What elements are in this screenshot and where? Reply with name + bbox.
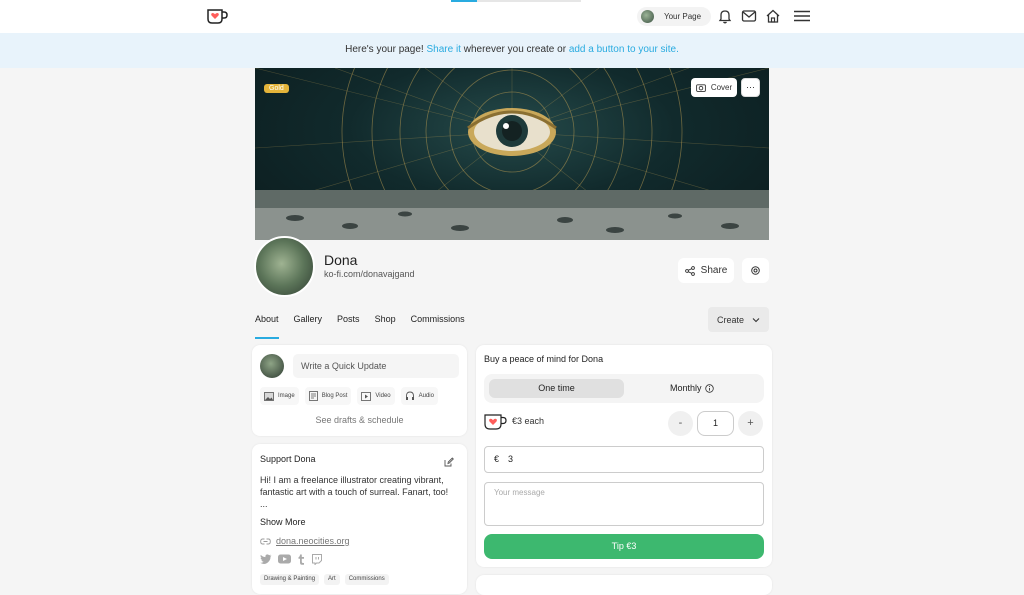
currency-symbol: €	[494, 454, 500, 464]
profile-tabs: About Gallery Posts Shop Commissions	[255, 314, 480, 339]
tip-button[interactable]: Tip €3	[484, 534, 764, 559]
support-bio: Hi! I am a freelance illustrator creatin…	[260, 474, 455, 510]
info-icon[interactable]	[704, 384, 714, 393]
create-button[interactable]: Create	[708, 307, 769, 332]
tab-posts[interactable]: Posts	[337, 314, 360, 339]
headphones-icon	[405, 391, 414, 400]
cover-button[interactable]: Cover	[691, 78, 737, 97]
gold-badge: Gold	[264, 84, 289, 93]
tag[interactable]: Commissions	[344, 574, 389, 585]
blog-post-label: Blog Post	[321, 393, 348, 399]
amount-value: 3	[508, 454, 514, 464]
image-icon	[264, 391, 274, 401]
tag[interactable]: Art	[324, 574, 340, 585]
cover-button-label: Cover	[710, 83, 733, 92]
avatar	[260, 354, 284, 378]
your-page-button[interactable]: Your Page	[637, 7, 712, 26]
one-time-option[interactable]: One time	[489, 379, 624, 398]
price-each: €3 each	[512, 416, 545, 426]
post-type-actions: Image Blog Post Video Audio	[260, 387, 438, 405]
tip-title: Buy a peace of mind for Dona	[484, 354, 604, 364]
coffee-cup-icon	[484, 414, 507, 430]
share-button[interactable]: Share	[678, 258, 734, 283]
next-card	[476, 575, 772, 595]
website-link[interactable]: dona.neocities.org	[260, 536, 350, 546]
notice-text: Here's your page!	[345, 44, 424, 55]
bio-ellipsis: ...	[260, 499, 268, 509]
tag[interactable]: Drawing & Painting	[260, 574, 320, 585]
avatar	[641, 10, 654, 23]
decrease-quantity-button[interactable]: -	[668, 411, 693, 436]
edit-icon[interactable]	[444, 457, 454, 467]
video-icon	[361, 391, 372, 401]
share-notice: Here's your page! Share it wherever you …	[0, 33, 1024, 68]
add-button-link[interactable]: add a button to your site.	[569, 44, 679, 55]
blog-post-button[interactable]: Blog Post	[304, 387, 352, 405]
tip-card: Buy a peace of mind for Dona One time Mo…	[476, 345, 772, 567]
youtube-icon[interactable]	[278, 554, 291, 564]
tab-gallery[interactable]: Gallery	[294, 314, 323, 339]
camera-icon	[695, 84, 706, 92]
frequency-toggle: One time Monthly	[484, 374, 764, 403]
support-title: Support Dona	[260, 454, 316, 464]
tab-shop[interactable]: Shop	[375, 314, 396, 339]
share-label: Share	[700, 265, 728, 276]
twitch-icon[interactable]	[311, 554, 322, 565]
monthly-option[interactable]: Monthly	[670, 379, 714, 398]
bell-icon[interactable]	[717, 8, 733, 24]
image-label: Image	[278, 393, 295, 399]
video-label: Video	[375, 393, 391, 399]
social-links	[260, 554, 322, 565]
quick-update-input[interactable]: Write a Quick Update	[293, 354, 459, 378]
mail-icon[interactable]	[741, 8, 757, 24]
blog-post-icon	[308, 391, 318, 401]
profile-url: ko-fi.com/donavajgand	[324, 269, 415, 279]
profile-avatar[interactable]	[254, 236, 315, 297]
profile-name: Dona	[324, 252, 358, 268]
share-icon	[684, 265, 695, 276]
loading-bar	[451, 0, 581, 2]
more-icon: ⋯	[746, 82, 755, 92]
video-post-button[interactable]: Video	[357, 387, 395, 405]
tumblr-icon[interactable]	[297, 554, 305, 565]
audio-post-button[interactable]: Audio	[400, 387, 438, 405]
message-textarea[interactable]: Your message	[484, 482, 764, 526]
tab-commissions[interactable]: Commissions	[411, 314, 465, 339]
chevron-down-icon	[752, 317, 760, 322]
create-label: Create	[716, 314, 744, 325]
home-icon[interactable]	[765, 8, 781, 24]
notice-text-middle: wherever you create or	[463, 44, 567, 55]
monthly-label: Monthly	[670, 383, 702, 393]
tab-about[interactable]: About	[255, 314, 279, 339]
your-page-label: Your Page	[664, 12, 702, 21]
link-icon	[260, 538, 271, 544]
increase-quantity-button[interactable]: +	[738, 411, 763, 436]
quick-update-card: Write a Quick Update Image Blog Post Vid…	[252, 345, 467, 436]
drafts-link[interactable]: See drafts & schedule	[252, 415, 467, 425]
twitter-icon[interactable]	[260, 554, 272, 564]
amount-input[interactable]: € 3	[484, 446, 764, 473]
menu-icon[interactable]	[793, 8, 811, 24]
more-options-button[interactable]: ⋯	[741, 78, 760, 97]
bio-text: Hi! I am a freelance illustrator creatin…	[260, 475, 449, 497]
top-nav: Your Page	[0, 0, 1024, 33]
show-more-button[interactable]: Show More	[260, 517, 306, 527]
share-it-link[interactable]: Share it	[427, 44, 461, 55]
gear-icon	[751, 266, 760, 275]
tag-list: Drawing & Painting Art Commissions	[260, 574, 389, 585]
quantity-input[interactable]: 1	[697, 411, 734, 436]
ko-fi-logo-icon[interactable]	[206, 8, 228, 25]
website-url: dona.neocities.org	[276, 536, 350, 546]
settings-button[interactable]	[742, 258, 769, 283]
image-post-button[interactable]: Image	[260, 387, 299, 405]
support-card: Support Dona Hi! I am a freelance illust…	[252, 444, 467, 594]
audio-label: Audio	[418, 393, 434, 399]
